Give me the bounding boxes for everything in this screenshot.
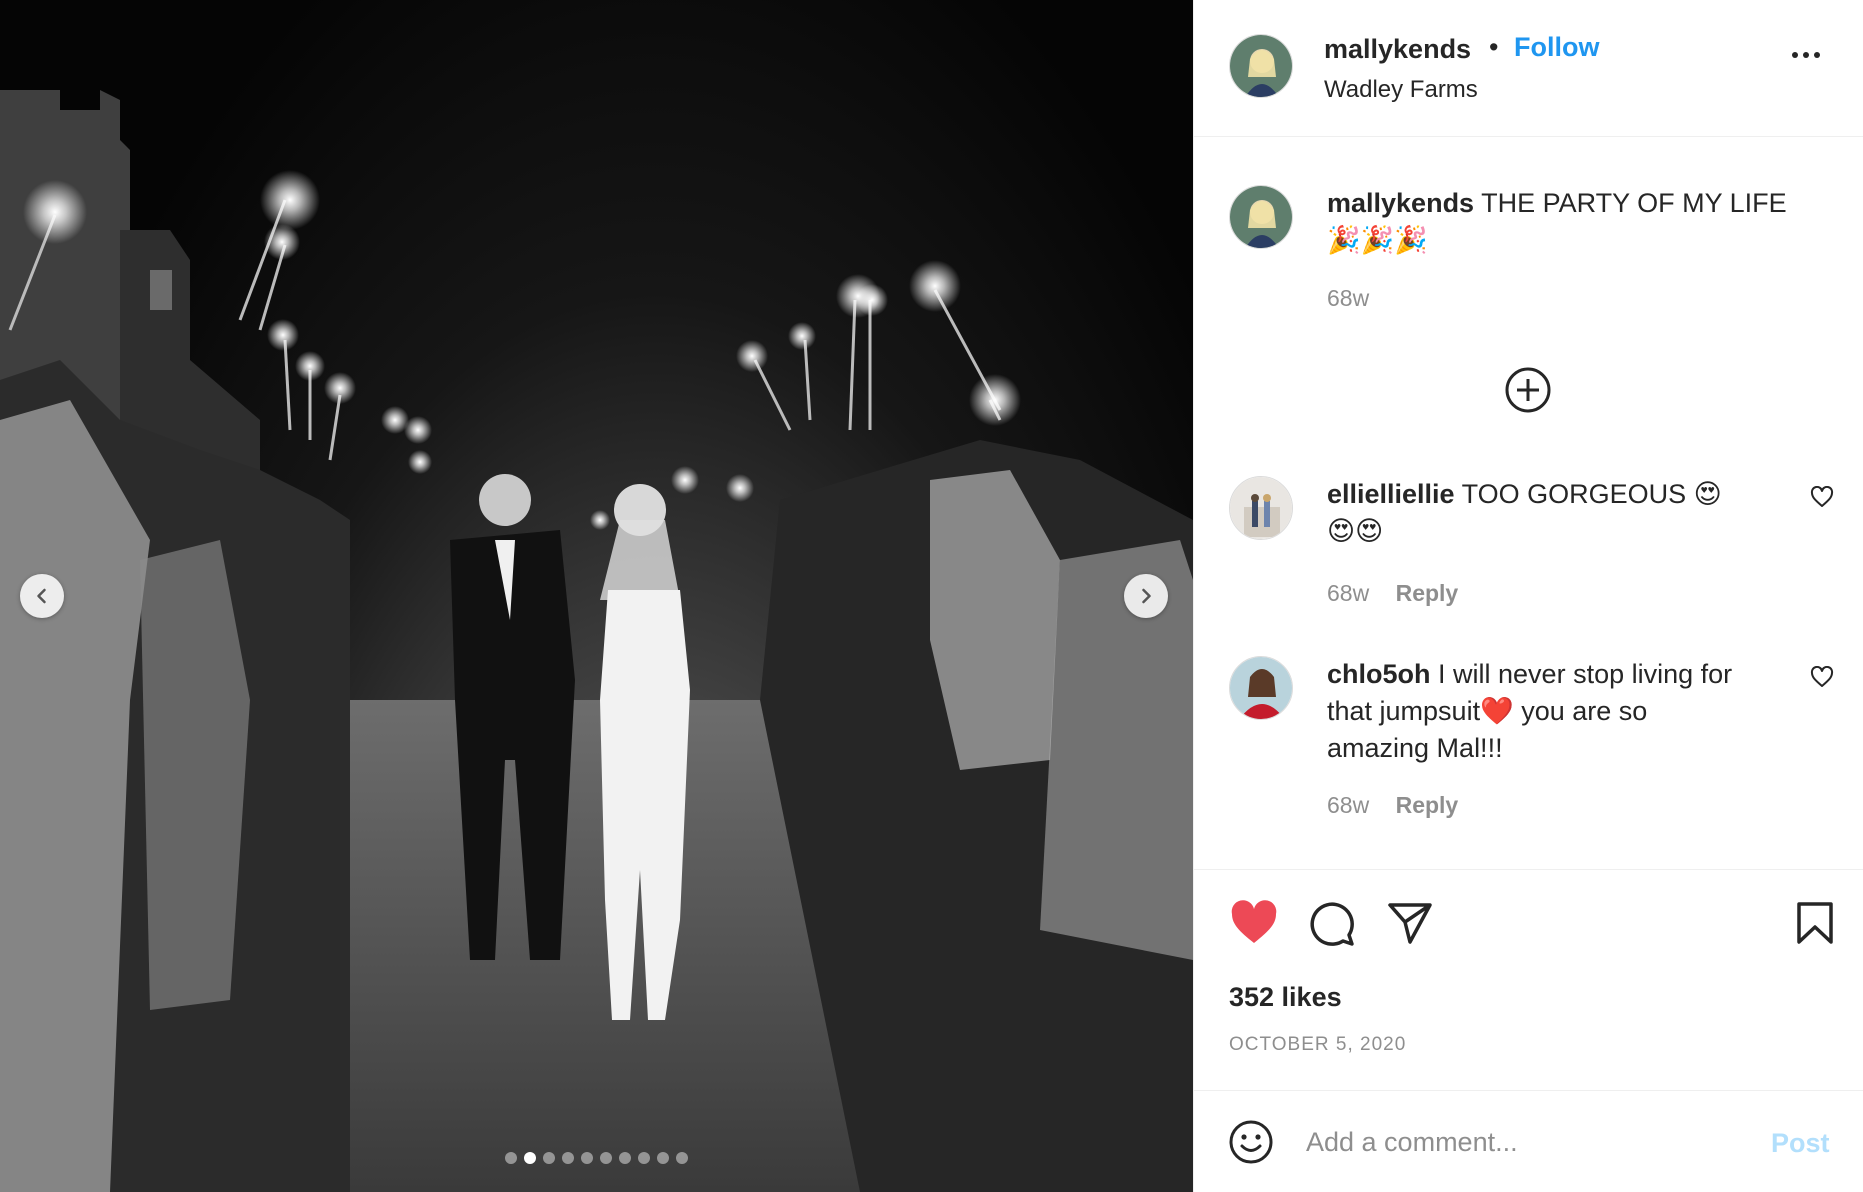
carousel-dot [600, 1152, 612, 1164]
avatar-image [1230, 477, 1292, 539]
carousel-dot [581, 1152, 593, 1164]
carousel-indicator [0, 1152, 1193, 1164]
carousel-dot [638, 1152, 650, 1164]
bookmark-icon[interactable] [1794, 900, 1836, 946]
reply-button[interactable]: Reply [1396, 580, 1459, 606]
comment-body-line3: amazing Mal!!! [1327, 733, 1503, 763]
plus-circle-icon [1505, 367, 1551, 413]
post-date: OCTOBER 5, 2020 [1229, 1034, 1407, 1055]
comment-item: ellielliellie TOO GORGEOUS 😍 😍😍 68w Repl… [1194, 476, 1863, 626]
follow-button[interactable]: Follow [1514, 32, 1599, 63]
chevron-right-icon [1142, 588, 1151, 604]
carousel-dot [657, 1152, 669, 1164]
post-photo[interactable] [0, 0, 1193, 1192]
comment-body-line2: that jumpsuit❤️ you are so [1327, 696, 1648, 726]
comment-item: chlo5oh I will never stop living for tha… [1194, 656, 1863, 836]
chevron-left-icon [37, 588, 46, 604]
separator-dot: • [1489, 32, 1499, 62]
comment-icon[interactable] [1308, 900, 1356, 948]
caption-emoji: 🎉🎉🎉 [1327, 225, 1428, 255]
caption-text: mallykends THE PARTY OF MY LIFE 🎉🎉🎉 [1327, 185, 1807, 259]
paper-plane-icon[interactable] [1386, 900, 1434, 946]
comment-avatar[interactable] [1229, 656, 1293, 720]
avatar-image [1230, 657, 1292, 719]
post-side-panel: mallykends • Follow Wadley Farms mallyke… [1193, 0, 1863, 1192]
carousel-dot [676, 1152, 688, 1164]
post-comment-button[interactable]: Post [1771, 1128, 1830, 1159]
comment-meta: 68w Reply [1327, 792, 1458, 819]
comment-time: 68w [1327, 580, 1370, 606]
next-image-button[interactable] [1124, 574, 1168, 618]
comment-input[interactable] [1304, 1117, 1748, 1167]
wedding-sparkler-photo [0, 90, 1193, 1192]
comment-time: 68w [1327, 792, 1370, 818]
header-username[interactable]: mallykends [1324, 34, 1471, 65]
more-horizontal-icon [1792, 52, 1798, 58]
load-more-comments-button[interactable] [1504, 366, 1552, 419]
carousel-dot [505, 1152, 517, 1164]
post-header: mallykends • Follow Wadley Farms [1194, 0, 1863, 137]
smiley-icon[interactable] [1228, 1119, 1274, 1165]
carousel-dot [562, 1152, 574, 1164]
carousel-dot [619, 1152, 631, 1164]
heart-icon[interactable] [1810, 486, 1834, 508]
post-actions: 352 likes OCTOBER 5, 2020 [1194, 869, 1863, 1090]
carousel-dot [543, 1152, 555, 1164]
comment-body: TOO GORGEOUS 😍 [1461, 479, 1722, 509]
caption-avatar[interactable] [1229, 185, 1293, 249]
comment-text: chlo5oh I will never stop living for tha… [1327, 656, 1787, 767]
heart-icon[interactable] [1810, 666, 1834, 688]
previous-image-button[interactable] [20, 574, 64, 618]
avatar-image [1230, 35, 1292, 97]
comment-body: I will never stop living for [1438, 659, 1733, 689]
more-options-button[interactable] [1792, 52, 1820, 58]
caption-username[interactable]: mallykends [1327, 188, 1474, 218]
comment-username[interactable]: ellielliellie [1327, 479, 1455, 509]
comment-username[interactable]: chlo5oh [1327, 659, 1431, 689]
comment-avatar[interactable] [1229, 476, 1293, 540]
avatar[interactable] [1229, 34, 1293, 98]
caption-body: THE PARTY OF MY LIFE [1481, 188, 1787, 218]
reply-button[interactable]: Reply [1396, 792, 1459, 818]
carousel-dot [524, 1152, 536, 1164]
location-link[interactable]: Wadley Farms [1324, 76, 1478, 104]
comment-body-line2: 😍😍 [1327, 516, 1384, 546]
add-comment-bar: Post [1194, 1090, 1863, 1192]
comment-text: ellielliellie TOO GORGEOUS 😍 😍😍 [1327, 476, 1787, 550]
avatar-image [1230, 186, 1292, 248]
comment-meta: 68w Reply [1327, 580, 1458, 607]
heart-filled-icon[interactable] [1229, 900, 1279, 946]
caption-time: 68w [1327, 285, 1370, 311]
likes-count[interactable]: 352 likes [1229, 982, 1342, 1013]
